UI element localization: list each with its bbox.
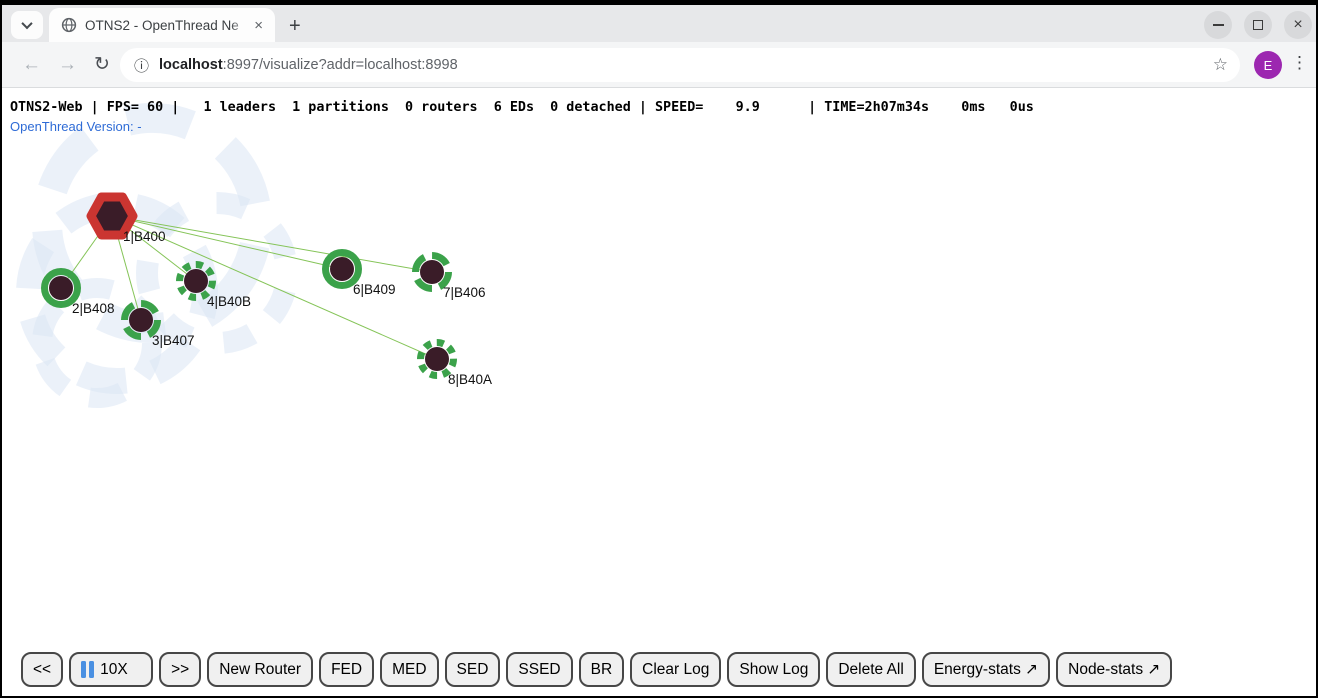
speed-button[interactable]: 10X [69, 652, 153, 687]
button-label: MED [392, 661, 426, 679]
tab-strip: OTNS2 - OpenThread Ne × + × [2, 2, 1316, 42]
new-tab-button[interactable]: + [289, 16, 301, 36]
back-button[interactable]: ← [22, 54, 41, 76]
node-body [420, 260, 444, 284]
button-label: Node-stats ↗ [1068, 660, 1160, 679]
browser-menu-icon[interactable]: ⋮ [1291, 53, 1308, 73]
node-label: 3|B407 [152, 333, 195, 348]
button-label: Show Log [739, 661, 808, 679]
node-body [425, 347, 449, 371]
tab-search-button[interactable] [11, 11, 43, 39]
simulation-controls: << 10X >> New Router FED MED SED SSED BR Clear Lo… [21, 652, 1172, 687]
node-label: 8|B40A [448, 372, 492, 387]
info-icon[interactable]: ⓘ [134, 55, 149, 76]
step-back-button[interactable]: << [21, 652, 63, 687]
ssed-button[interactable]: SSED [506, 652, 572, 687]
node-label: 1|B400 [123, 229, 166, 244]
url-host: localhost [159, 57, 223, 73]
browser-tab[interactable]: OTNS2 - OpenThread Ne × [49, 8, 275, 42]
maximize-icon [1253, 20, 1263, 30]
globe-icon [61, 17, 77, 33]
node-stats-button[interactable]: Node-stats ↗ [1056, 652, 1172, 687]
forward-button[interactable]: → [58, 54, 77, 76]
profile-avatar[interactable]: E [1254, 51, 1282, 79]
close-button[interactable]: × [1284, 11, 1312, 39]
node-label: 2|B408 [72, 301, 115, 316]
button-label: Energy-stats ↗ [934, 660, 1038, 679]
node-body [184, 269, 208, 293]
close-icon: × [1293, 17, 1302, 33]
window-controls: × [1204, 11, 1312, 39]
step-forward-button[interactable]: >> [159, 652, 201, 687]
minimize-icon [1213, 24, 1224, 26]
button-label: FED [331, 661, 362, 679]
node-label: 6|B409 [353, 282, 396, 297]
node-body [129, 308, 153, 332]
node-body [330, 257, 354, 281]
url-path: :8997/visualize?addr=localhost:8998 [223, 57, 458, 73]
br-button[interactable]: BR [579, 652, 625, 687]
address-bar[interactable]: ⓘ localhost:8997/visualize?addr=localhos… [120, 48, 1240, 82]
fed-button[interactable]: FED [319, 652, 374, 687]
bookmark-star-icon[interactable]: ☆ [1213, 55, 1228, 75]
url-text[interactable]: localhost:8997/visualize?addr=localhost:… [159, 57, 1213, 73]
node-label: 7|B406 [443, 285, 486, 300]
minimize-button[interactable] [1204, 11, 1232, 39]
button-label: New Router [219, 661, 301, 679]
med-button[interactable]: MED [380, 652, 438, 687]
button-label: Delete All [838, 661, 903, 679]
pause-icon [81, 661, 94, 678]
button-label: Clear Log [642, 661, 709, 679]
node-7-b406[interactable]: 7|B406 [416, 256, 486, 301]
clear-log-button[interactable]: Clear Log [630, 652, 721, 687]
node-8-b40a[interactable]: 8|B40A [421, 343, 493, 388]
chevron-down-icon [21, 18, 32, 29]
window-inner: OTNS2 - OpenThread Ne × + × ← → ↻ ⓘ loca… [2, 2, 1316, 696]
tab-close-icon[interactable]: × [250, 17, 267, 34]
button-label: BR [591, 661, 613, 679]
button-label: >> [171, 661, 189, 679]
reload-button[interactable]: ↻ [94, 53, 110, 76]
new-router-button[interactable]: New Router [207, 652, 313, 687]
browser-toolbar: ← → ↻ ⓘ localhost:8997/visualize?addr=lo… [2, 42, 1316, 88]
sed-button[interactable]: SED [445, 652, 501, 687]
maximize-button[interactable] [1244, 11, 1272, 39]
delete-all-button[interactable]: Delete All [826, 652, 915, 687]
link-edge [112, 216, 432, 272]
browser-window: OTNS2 - OpenThread Ne × + × ← → ↻ ⓘ loca… [0, 0, 1318, 698]
simulation-status-bar: OTNS2-Web | FPS= 60 | 1 leaders 1 partit… [10, 100, 1034, 115]
energy-stats-button[interactable]: Energy-stats ↗ [922, 652, 1050, 687]
tab-title: OTNS2 - OpenThread Ne [85, 18, 250, 33]
node-label: 4|B40B [207, 294, 251, 309]
button-label: << [33, 661, 51, 679]
node-body [49, 276, 73, 300]
page-content: 1|B400 2|B408 3|B407 4|B40B 6|B409 7|B406 8|B4… [2, 88, 1316, 696]
network-canvas[interactable]: 1|B400 2|B408 3|B407 4|B40B 6|B409 7|B406 8|B4… [2, 88, 1316, 695]
openthread-version-link[interactable]: OpenThread Version: - [10, 119, 142, 134]
show-log-button[interactable]: Show Log [727, 652, 820, 687]
button-label: 10X [100, 661, 128, 679]
button-label: SED [457, 661, 489, 679]
button-label: SSED [518, 661, 560, 679]
